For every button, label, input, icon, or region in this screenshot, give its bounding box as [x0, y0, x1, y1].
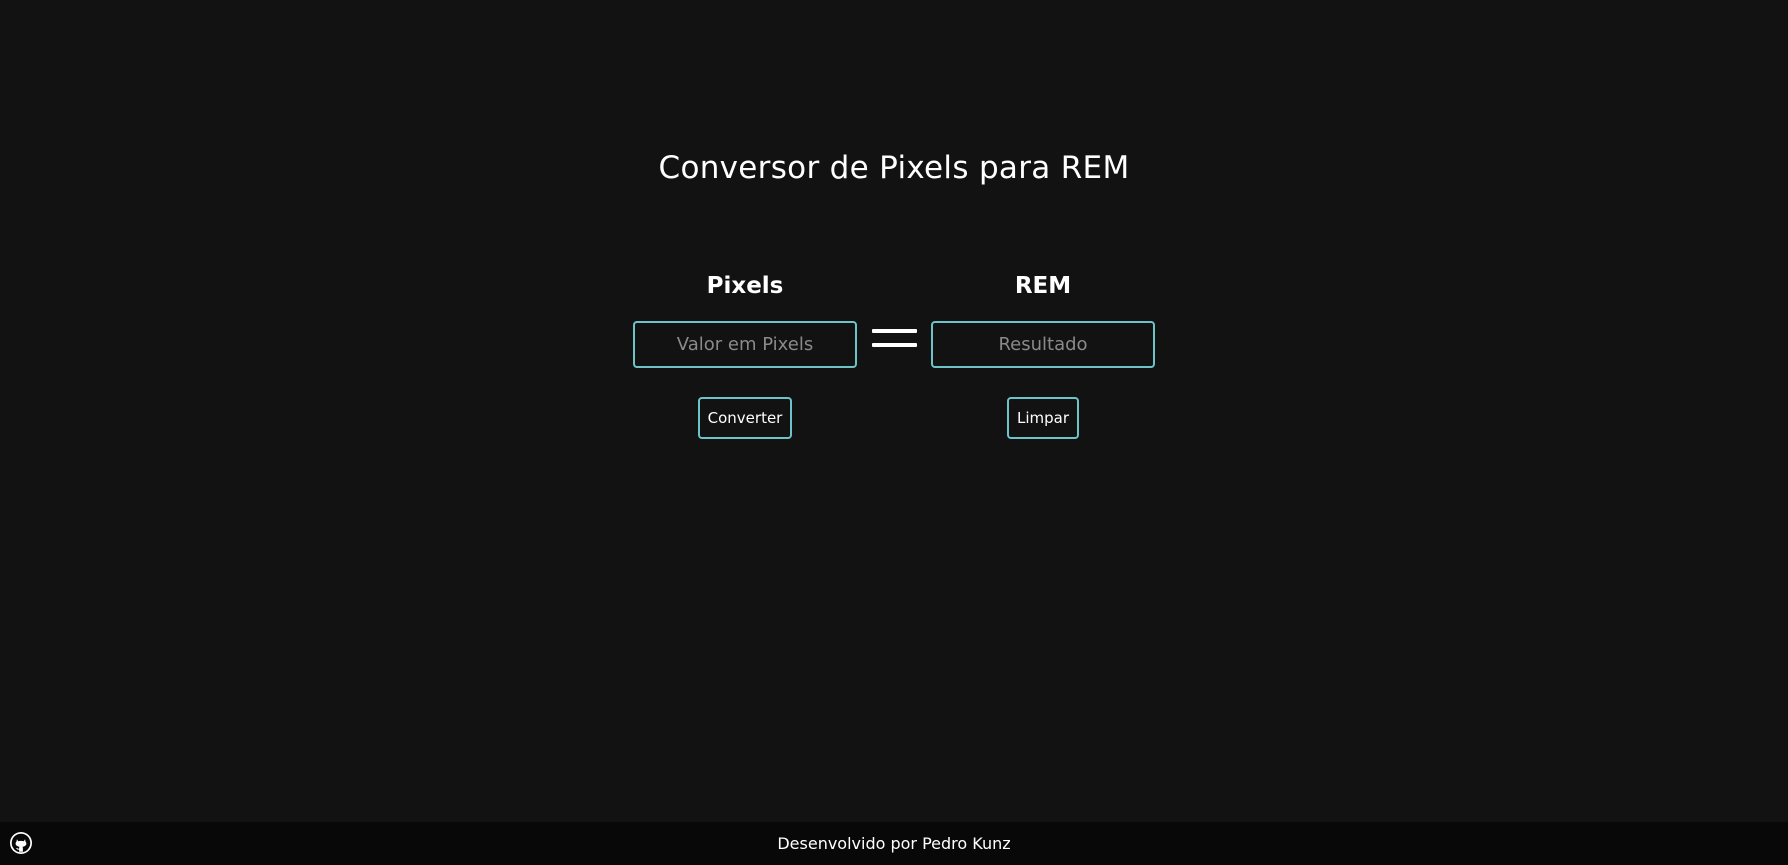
page: Conversor de Pixels para REM Pixels Conv…: [0, 0, 1788, 865]
page-title: Conversor de Pixels para REM: [658, 150, 1130, 186]
rem-column: REM Limpar: [931, 268, 1155, 439]
convert-button[interactable]: Converter: [697, 397, 793, 439]
equals-icon: [872, 329, 917, 350]
rem-label: REM: [1014, 273, 1072, 299]
footer: Desenvolvido por Pedro Kunz: [0, 822, 1788, 865]
footer-credit: Desenvolvido por Pedro Kunz: [777, 834, 1011, 853]
clear-button[interactable]: Limpar: [1006, 397, 1080, 439]
pixels-input[interactable]: [633, 321, 857, 368]
pixels-label: Pixels: [706, 273, 784, 299]
rem-result-field[interactable]: [931, 321, 1155, 368]
pixels-column: Pixels Converter: [633, 268, 857, 439]
